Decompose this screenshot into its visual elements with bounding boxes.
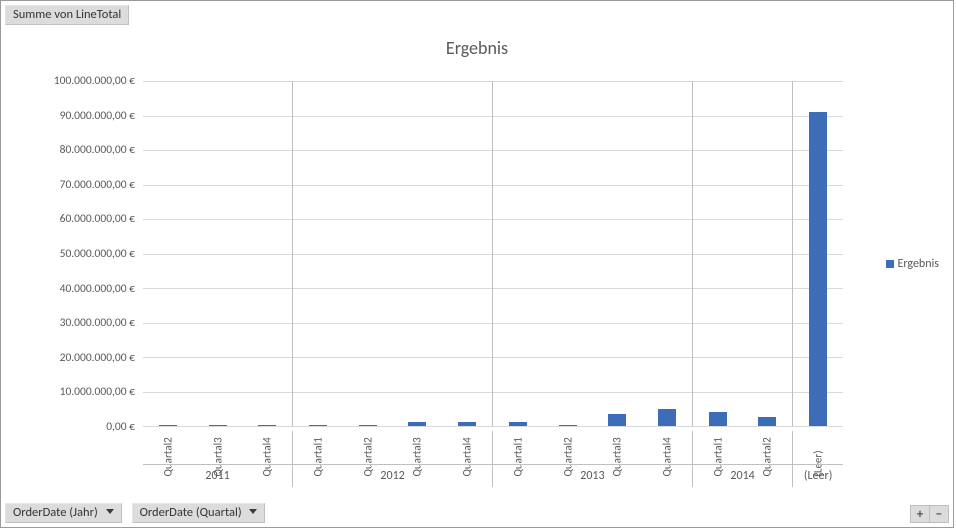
y-tick-label: 100.000.000,00 €	[54, 75, 139, 87]
bar	[209, 425, 227, 426]
values-field-label: Summe von LineTotal	[13, 7, 121, 22]
y-tick-label: 10.000.000,00 €	[60, 386, 139, 398]
bar-column	[592, 81, 642, 426]
bar-column	[493, 81, 543, 426]
y-tick-label: 80.000.000,00 €	[60, 144, 139, 156]
bar	[309, 425, 327, 426]
bar	[809, 112, 827, 426]
y-tick-label: 50.000.000,00 €	[60, 248, 139, 260]
y-tick-label: 40.000.000,00 €	[60, 283, 139, 295]
legend-swatch	[886, 260, 894, 268]
dropdown-icon	[249, 509, 257, 514]
y-tick-label: 90.000.000,00 €	[60, 110, 139, 122]
bar	[458, 422, 476, 426]
collapse-button[interactable]: −	[930, 505, 949, 523]
bar-column	[293, 81, 343, 426]
bar	[408, 422, 426, 426]
y-axis: 0,00 €10.000.000,00 €20.000.000,00 €30.0…	[27, 81, 139, 427]
year-filter-label: OrderDate (Jahr)	[13, 505, 98, 520]
chart-frame: Summe von LineTotal Ergebnis 0,00 € 10.00…	[0, 0, 954, 528]
bar-column	[743, 81, 793, 426]
bar	[258, 425, 276, 426]
y-tick-label: 30.000.000,00 €	[60, 317, 139, 329]
dropdown-icon	[106, 509, 114, 514]
bar	[509, 422, 527, 426]
x-group-label: 2011	[143, 465, 293, 487]
x-group-label: (Leer)	[793, 465, 843, 487]
chart-body: 0,00 € 10.000.000,00 € 20.000.000,00 € 30.0…	[27, 81, 843, 487]
bar-column	[343, 81, 393, 426]
y-tick-label: 0,00 €	[106, 421, 139, 433]
bars-container	[143, 81, 843, 426]
bar-column	[442, 81, 492, 426]
legend: Ergebnis	[886, 257, 939, 271]
x-group-label: 2012	[293, 465, 493, 487]
x-group-label: 2013	[493, 465, 693, 487]
y-tick-label: 20.000.000,00 €	[60, 352, 139, 364]
y-tick-label: 70.000.000,00 €	[60, 179, 139, 191]
bar	[559, 425, 577, 426]
expand-button[interactable]: +	[910, 505, 930, 523]
plot-area	[143, 81, 843, 427]
bar-column	[393, 81, 443, 426]
bar	[758, 417, 776, 426]
bar	[159, 425, 177, 426]
quarter-filter-label: OrderDate (Quartal)	[140, 505, 242, 520]
x-group-label: 2014	[693, 465, 793, 487]
bar-column	[793, 81, 843, 426]
bar-column	[242, 81, 292, 426]
bar-column	[193, 81, 243, 426]
bar	[608, 414, 626, 426]
bar-column	[693, 81, 743, 426]
bar	[658, 409, 676, 426]
values-field-bar: Summe von LineTotal	[5, 5, 133, 25]
x-axis-years: 2011201220132014(Leer)	[143, 464, 843, 487]
bar	[709, 412, 727, 426]
bar	[359, 425, 377, 426]
bar-column	[143, 81, 193, 426]
zoom-controls: + −	[910, 505, 949, 523]
legend-label: Ergebnis	[898, 257, 939, 271]
axis-fields-bar: OrderDate (Jahr) OrderDate (Quartal)	[5, 503, 269, 523]
quarter-filter-button[interactable]: OrderDate (Quartal)	[132, 503, 266, 523]
bar-column	[543, 81, 593, 426]
values-field-button[interactable]: Summe von LineTotal	[5, 5, 129, 25]
year-filter-button[interactable]: OrderDate (Jahr)	[5, 503, 122, 523]
bar-column	[642, 81, 692, 426]
chart-title: Ergebnis	[1, 37, 953, 59]
y-tick-label: 60.000.000,00 €	[60, 213, 139, 225]
